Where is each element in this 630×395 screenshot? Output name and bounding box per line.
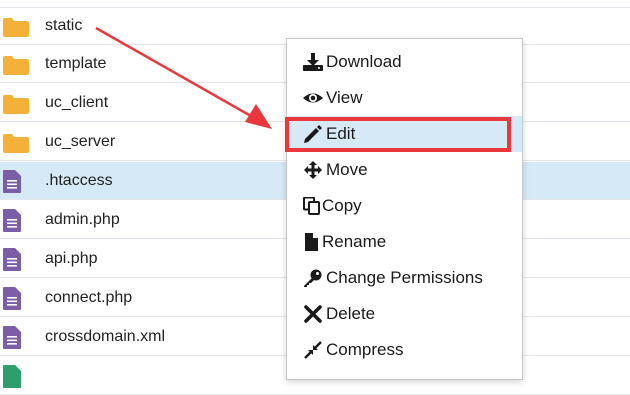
- annotation-arrow: [95, 26, 272, 129]
